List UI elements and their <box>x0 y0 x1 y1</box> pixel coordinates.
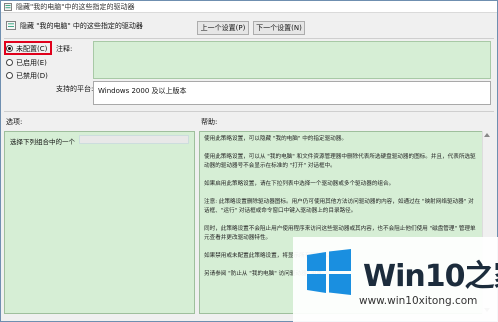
policy-name: 隐藏 "我的电脑" 中的这些指定的驱动器 <box>20 22 143 30</box>
help-label: 帮助: <box>201 118 218 126</box>
radio-enabled[interactable]: 已启用(E) <box>6 57 47 68</box>
previous-setting-button[interactable]: 上一个设置(P) <box>197 21 249 35</box>
radio-dot[interactable] <box>6 59 13 66</box>
comment-label: 注释: <box>56 45 73 53</box>
comment-textarea[interactable] <box>93 41 491 79</box>
help-paragraph: 使用此策略设置，可以隐藏 "我的电脑" 中的指定驱动器。 <box>204 136 347 142</box>
policy-editor-window: 隐藏"我的电脑"中的这些指定的驱动器 隐藏 "我的电脑" 中的这些指定的驱动器 … <box>0 0 498 322</box>
watermark-brand: Win10之家 <box>363 259 498 294</box>
options-prompt: 选择下列组合中的一个 <box>10 138 75 146</box>
options-label: 选项: <box>6 118 23 126</box>
window-title: 隐藏"我的电脑"中的这些指定的驱动器 <box>16 3 135 11</box>
radio-label: 已禁用(D) <box>16 71 48 80</box>
scroll-up-arrow-icon[interactable] <box>484 133 490 137</box>
radio-disabled[interactable]: 已禁用(D) <box>6 70 48 81</box>
watermark: Win10之家 www.win10xitong.com <box>293 237 498 322</box>
help-paragraph: 如果启用此策略设置，请在下拉列表中选择一个驱动器或多个驱动器的组合。 <box>204 181 395 187</box>
windows-logo-icon <box>307 249 351 295</box>
policy-setting-icon <box>6 21 16 30</box>
next-setting-button[interactable]: 下一个设置(N) <box>253 21 305 35</box>
title-bar: 隐藏"我的电脑"中的这些指定的驱动器 <box>1 1 497 13</box>
red-highlight-box <box>4 41 52 55</box>
radio-label: 已启用(E) <box>16 58 47 67</box>
platform-value: Windows 2000 及以上版本 <box>98 87 187 95</box>
policy-setting-icon <box>4 3 12 11</box>
radio-dot[interactable] <box>6 72 13 79</box>
divider <box>4 111 494 112</box>
watermark-url: www.win10xitong.com <box>359 295 478 307</box>
help-paragraph: 使用此策略设置，可以从 "我的电脑" 和文件资源管理器中删除代表所选硬盘驱动器的… <box>204 154 476 169</box>
supported-platform-box: Windows 2000 及以上版本 <box>93 81 491 105</box>
help-paragraph: 注意: 此策略设置删除驱动器图标。用户仍可使用其他方法访问驱动器的内容，如通过在… <box>204 199 474 214</box>
platform-label: 支持的平台: <box>56 85 94 93</box>
options-panel: 选择下列组合中的一个 <box>4 131 195 314</box>
drive-combination-dropdown[interactable] <box>79 135 189 144</box>
divider <box>4 38 494 39</box>
